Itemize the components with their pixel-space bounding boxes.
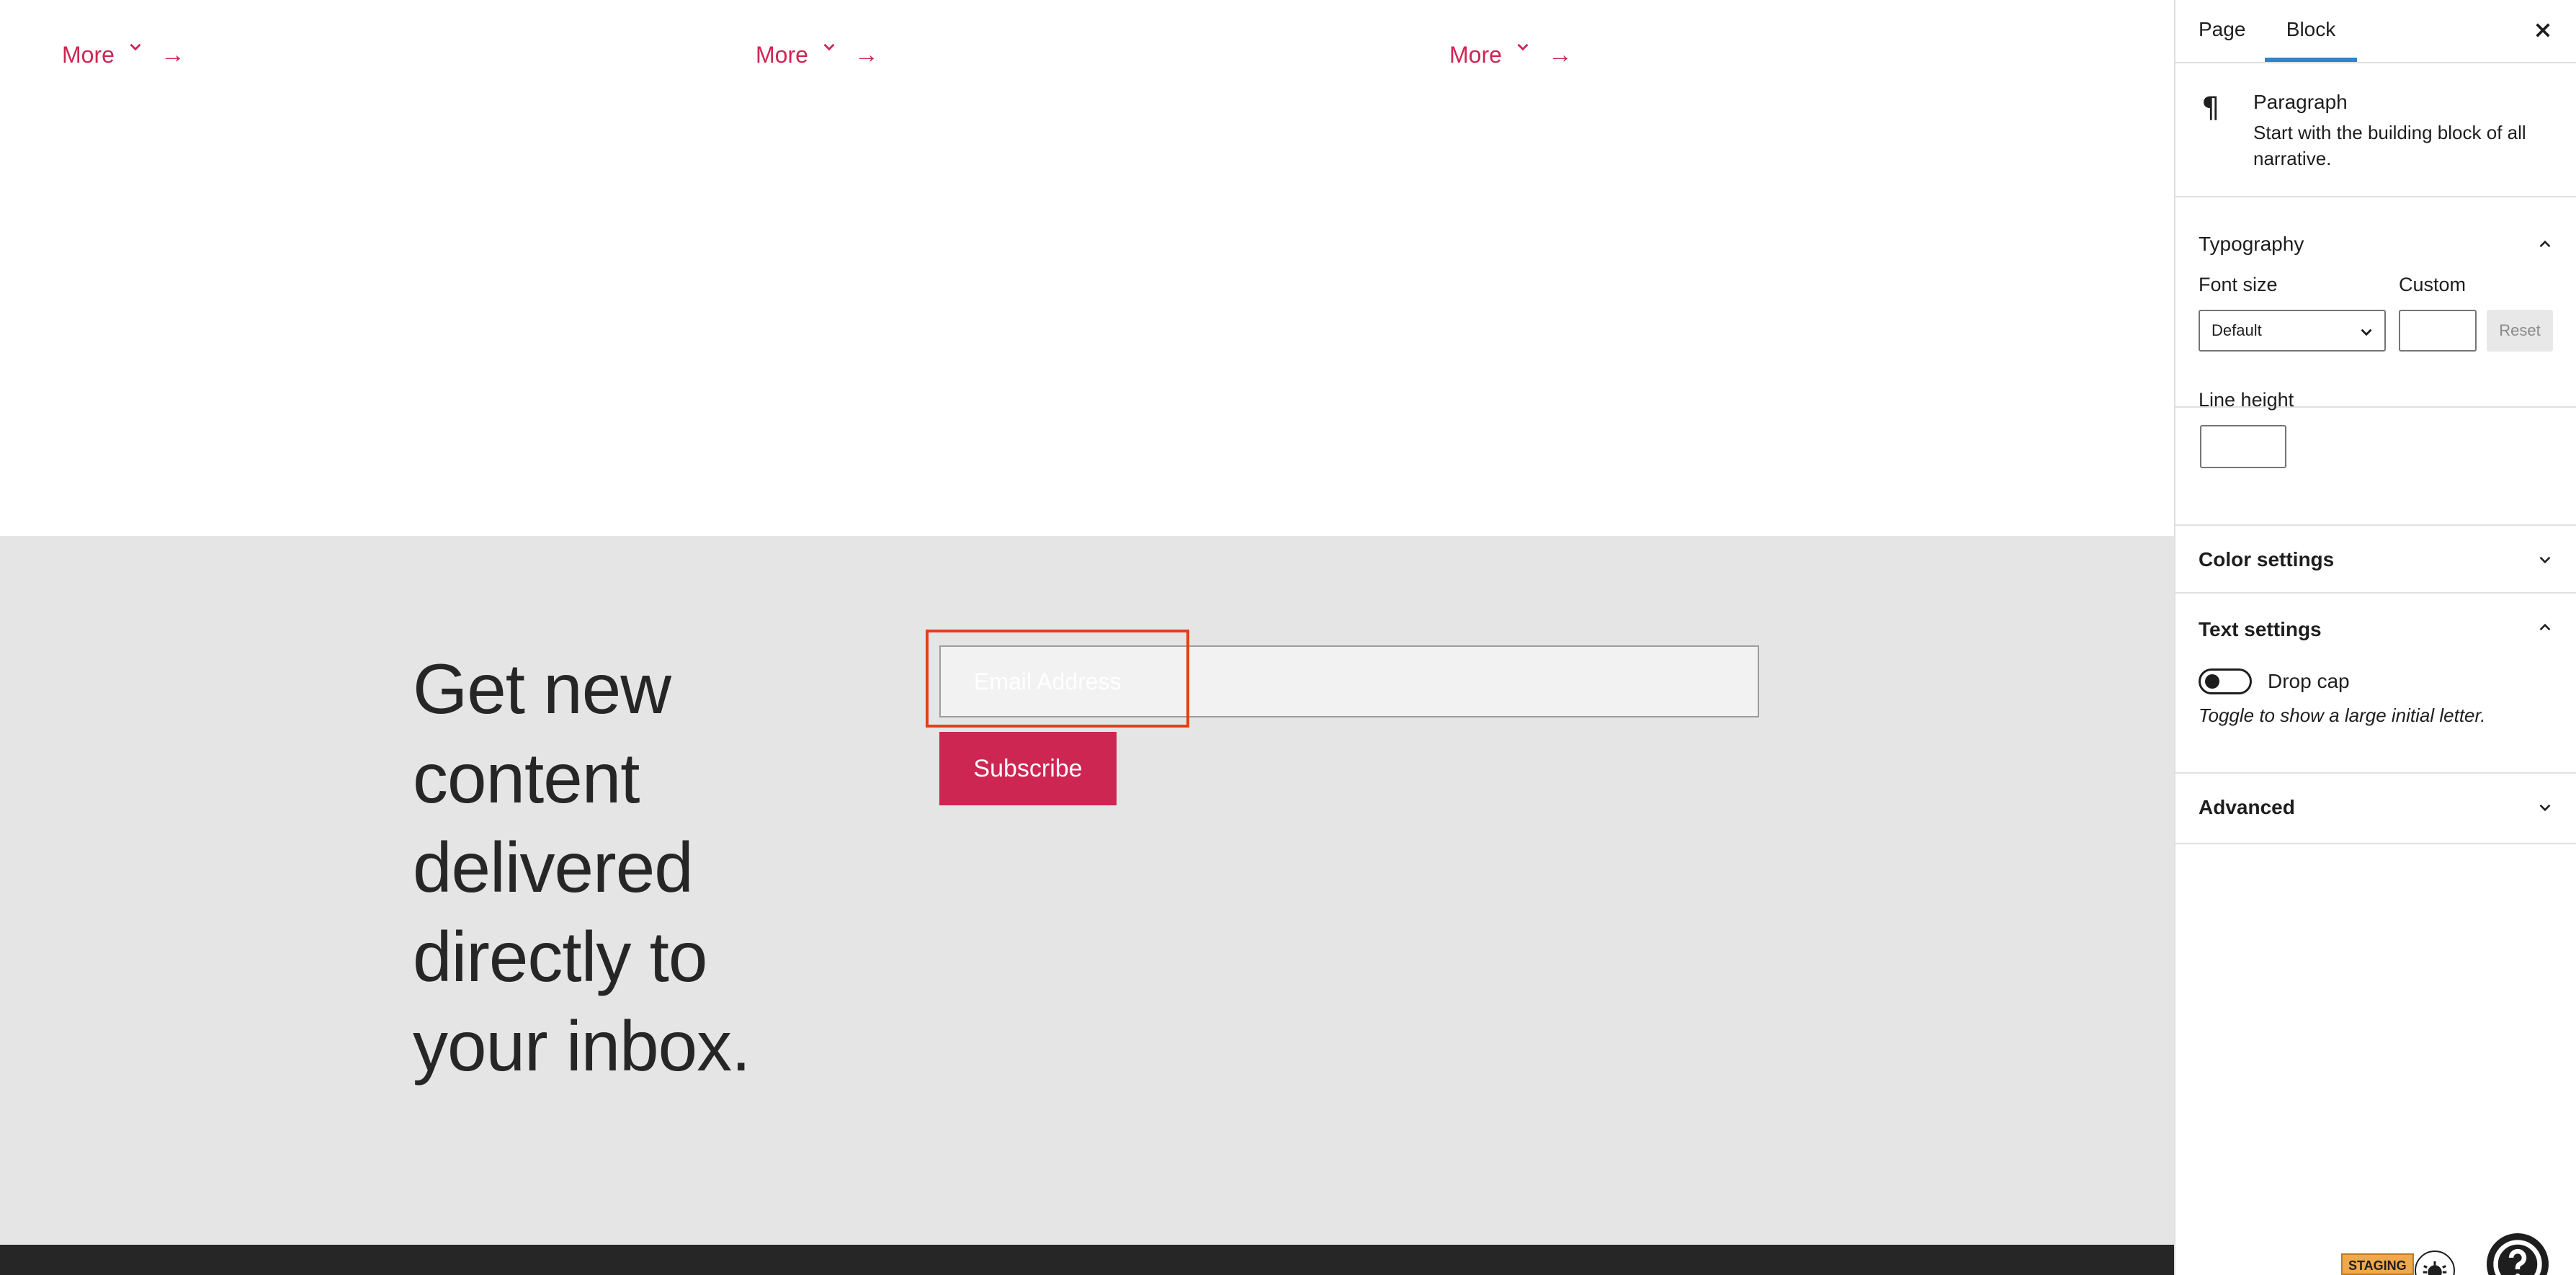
drop-cap-label: Drop cap <box>2268 670 2350 692</box>
chevron-up-icon <box>2539 623 2551 631</box>
help-icon[interactable] <box>2487 1233 2549 1275</box>
more-link-3[interactable]: More → <box>1449 39 1573 71</box>
text-settings-toggle[interactable]: Text settings <box>2175 594 2576 640</box>
toggle-knob <box>2205 674 2219 689</box>
settings-sidebar: Page Block ¶ Paragraph Start with the bu… <box>2174 0 2576 1275</box>
staging-badge[interactable]: STAGING <box>2341 1253 2414 1275</box>
typography-panel: Typography <box>2175 197 2576 408</box>
email-field[interactable] <box>939 645 1759 717</box>
more-link-1[interactable]: More → <box>62 39 185 71</box>
subscribe-button[interactable]: Subscribe <box>939 732 1117 805</box>
close-icon[interactable] <box>2528 16 2557 45</box>
block-title: Paragraph <box>2253 91 2348 113</box>
advanced-toggle[interactable]: Advanced <box>2175 774 2576 843</box>
paragraph-icon: ¶ <box>2201 91 2220 125</box>
more-link-2[interactable]: More → <box>756 39 879 71</box>
arrow-right-icon: → <box>160 41 185 68</box>
color-settings-toggle[interactable]: Color settings <box>2175 526 2576 594</box>
chevron-down-icon <box>1517 43 1529 51</box>
line-height-label: Line height <box>2199 389 2294 411</box>
line-height-input[interactable] <box>2200 425 2286 468</box>
reset-button[interactable]: Reset <box>2487 310 2553 352</box>
newsletter-section: Get new content delivered directly to yo… <box>0 536 2174 1245</box>
chevron-down-icon <box>2539 804 2551 812</box>
more-link-label: More <box>62 42 115 68</box>
font-size-select[interactable]: Default <box>2199 310 2386 352</box>
color-settings-panel: Color settings <box>2175 524 2576 594</box>
custom-size-input[interactable] <box>2399 310 2477 352</box>
drop-cap-help: Toggle to show a large initial letter. <box>2199 704 2486 726</box>
newsletter-heading[interactable]: Get new content delivered directly to yo… <box>413 644 816 1091</box>
panel-title: Color settings <box>2199 548 2335 571</box>
sidebar-tabs: Page Block <box>2175 0 2576 63</box>
chevron-up-icon <box>2539 240 2551 248</box>
drop-cap-toggle[interactable] <box>2199 668 2252 694</box>
advanced-panel: Advanced <box>2175 774 2576 844</box>
bug-icon[interactable] <box>2415 1251 2455 1275</box>
typography-panel-toggle[interactable]: Typography <box>2175 197 2576 269</box>
block-description: Start with the building block of all nar… <box>2253 122 2526 169</box>
chevron-down-icon <box>130 43 141 51</box>
block-card: ¶ Paragraph Start with the building bloc… <box>2175 63 2576 197</box>
sidebar-panels: Color settings Text settings Drop cap To… <box>2175 524 2576 844</box>
panel-title: Advanced <box>2199 796 2295 818</box>
chevron-down-icon <box>2539 556 2551 564</box>
chevron-down-icon <box>2361 328 2372 336</box>
more-link-label: More <box>756 42 808 68</box>
more-link-label: More <box>1449 42 1502 68</box>
font-size-label: Font size <box>2199 274 2278 295</box>
editor-canvas: More → More → More → Get new content del… <box>0 0 2174 1275</box>
tab-block[interactable]: Block <box>2265 0 2357 62</box>
panel-title: Text settings <box>2199 618 2322 640</box>
arrow-right-icon: → <box>1547 41 1573 68</box>
footer-bar <box>0 1245 2174 1275</box>
tab-page[interactable]: Page <box>2199 0 2245 62</box>
arrow-right-icon: → <box>854 41 879 68</box>
text-settings-panel: Text settings Drop cap Toggle to show a … <box>2175 594 2576 774</box>
font-size-value: Default <box>2211 321 2262 339</box>
custom-size-label: Custom <box>2399 274 2467 295</box>
chevron-down-icon <box>823 43 835 51</box>
